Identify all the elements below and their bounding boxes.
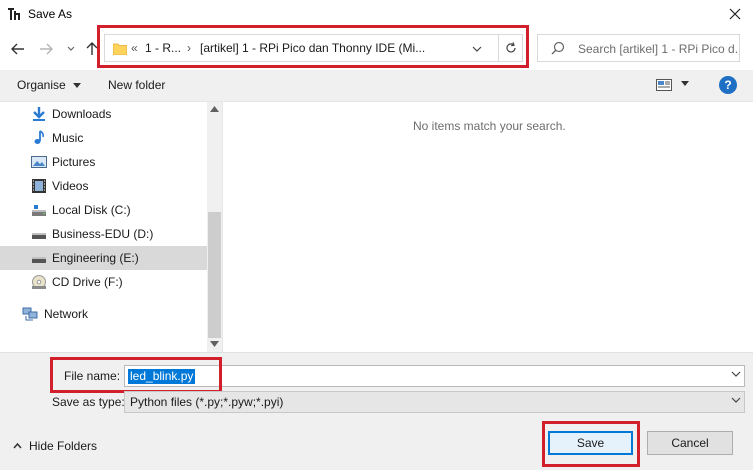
- file-name-dropdown-chevron-icon[interactable]: [731, 371, 741, 377]
- file-name-value: led_blink.py: [128, 369, 196, 384]
- scroll-down-arrow-icon[interactable]: [210, 341, 219, 347]
- breadcrumb-item[interactable]: 1 - R...: [145, 41, 181, 55]
- search-icon: [551, 41, 565, 55]
- local-disk-icon: [32, 205, 46, 216]
- save-type-chevron-icon: [731, 397, 741, 403]
- sidebar-item-label: Engineering (E:): [52, 251, 139, 265]
- download-arrow-icon: [33, 107, 45, 121]
- sidebar-item-label: Network: [44, 307, 89, 321]
- back-arrow-icon[interactable]: [8, 39, 28, 59]
- view-options-dropdown-icon[interactable]: [681, 81, 689, 86]
- sidebar-item-pictures[interactable]: Pictures: [0, 150, 207, 174]
- pictures-icon: [31, 156, 47, 168]
- forward-arrow-icon[interactable]: [36, 39, 56, 59]
- save-form: File name: led_blink.py Save as type: Py…: [0, 352, 753, 470]
- sidebar-item-business-edu[interactable]: Business-EDU (D:): [0, 222, 207, 246]
- cancel-button[interactable]: Cancel: [647, 431, 733, 455]
- navigation-scrollbar[interactable]: [207, 102, 222, 352]
- save-type-label: Save as type:: [52, 395, 125, 409]
- drive-icon: [32, 257, 46, 263]
- save-button[interactable]: Save: [548, 431, 633, 455]
- organise-button[interactable]: Organise: [17, 78, 82, 92]
- navigation-pane: Downloads Music Pictures Videos Local Di…: [0, 102, 207, 352]
- sidebar-item-network[interactable]: Network: [0, 302, 207, 326]
- sidebar-item-engineering[interactable]: Engineering (E:): [0, 246, 207, 270]
- cd-drive-icon: [32, 275, 46, 289]
- sidebar-item-downloads[interactable]: Downloads: [0, 102, 207, 126]
- chevron-up-icon: [13, 443, 22, 449]
- file-name-input[interactable]: led_blink.py: [124, 365, 745, 387]
- help-icon[interactable]: ?: [719, 76, 737, 94]
- breadcrumb-overflow[interactable]: «: [131, 41, 138, 55]
- up-arrow-icon[interactable]: [82, 39, 102, 59]
- close-icon[interactable]: [723, 2, 747, 26]
- title-bar: Save As: [0, 0, 753, 28]
- sidebar-item-label: CD Drive (F:): [52, 275, 123, 289]
- search-placeholder: Search [artikel] 1 - RPi Pico d...: [578, 42, 738, 56]
- sidebar-item-label: Videos: [52, 179, 89, 193]
- save-type-value: Python files (*.py;*.pyw;*.pyi): [130, 395, 284, 409]
- music-note-icon: [34, 130, 44, 144]
- change-view-icon[interactable]: [656, 79, 672, 91]
- sidebar-item-videos[interactable]: Videos: [0, 174, 207, 198]
- sidebar-item-label: Business-EDU (D:): [52, 227, 154, 241]
- sidebar-item-label: Local Disk (C:): [52, 203, 131, 217]
- sidebar-item-label: Pictures: [52, 155, 96, 169]
- scroll-up-arrow-icon[interactable]: [210, 106, 219, 112]
- organise-dropdown-icon: [73, 83, 82, 89]
- sidebar-item-cd-drive[interactable]: CD Drive (F:): [0, 270, 207, 294]
- address-dropdown-chevron-icon[interactable]: [467, 40, 487, 58]
- recent-locations-chevron-icon[interactable]: [61, 39, 81, 59]
- navigation-bar: « 1 - R... › [artikel] 1 - RPi Pico dan …: [0, 25, 753, 70]
- organise-label: Organise: [17, 78, 66, 92]
- folder-icon: [113, 43, 127, 55]
- hide-folders-label: Hide Folders: [29, 439, 98, 453]
- sidebar-item-local-disk[interactable]: Local Disk (C:): [0, 198, 207, 222]
- search-box[interactable]: Search [artikel] 1 - RPi Pico d...: [537, 34, 740, 62]
- network-icon: [22, 307, 38, 321]
- thonny-app-icon: [8, 8, 20, 20]
- empty-results-message: No items match your search.: [413, 119, 566, 133]
- save-type-select[interactable]: Python files (*.py;*.pyw;*.pyi): [124, 391, 745, 413]
- sidebar-item-label: Music: [52, 131, 84, 145]
- breadcrumb-separator: ›: [187, 41, 191, 55]
- refresh-icon[interactable]: [498, 35, 523, 61]
- videos-icon: [32, 179, 46, 193]
- command-toolbar: Organise New folder ?: [0, 70, 753, 102]
- drive-icon: [32, 233, 46, 239]
- new-folder-button[interactable]: New folder: [108, 78, 165, 92]
- address-bar[interactable]: « 1 - R... › [artikel] 1 - RPi Pico dan …: [104, 34, 523, 62]
- breadcrumb-item[interactable]: [artikel] 1 - RPi Pico dan Thonny IDE (M…: [200, 41, 460, 55]
- window-title: Save As: [28, 7, 73, 21]
- file-list-area[interactable]: No items match your search.: [223, 102, 753, 352]
- scrollbar-thumb[interactable]: [208, 212, 221, 338]
- file-name-label: File name:: [64, 369, 121, 383]
- sidebar-item-music[interactable]: Music: [0, 126, 207, 150]
- sidebar-item-label: Downloads: [52, 107, 112, 121]
